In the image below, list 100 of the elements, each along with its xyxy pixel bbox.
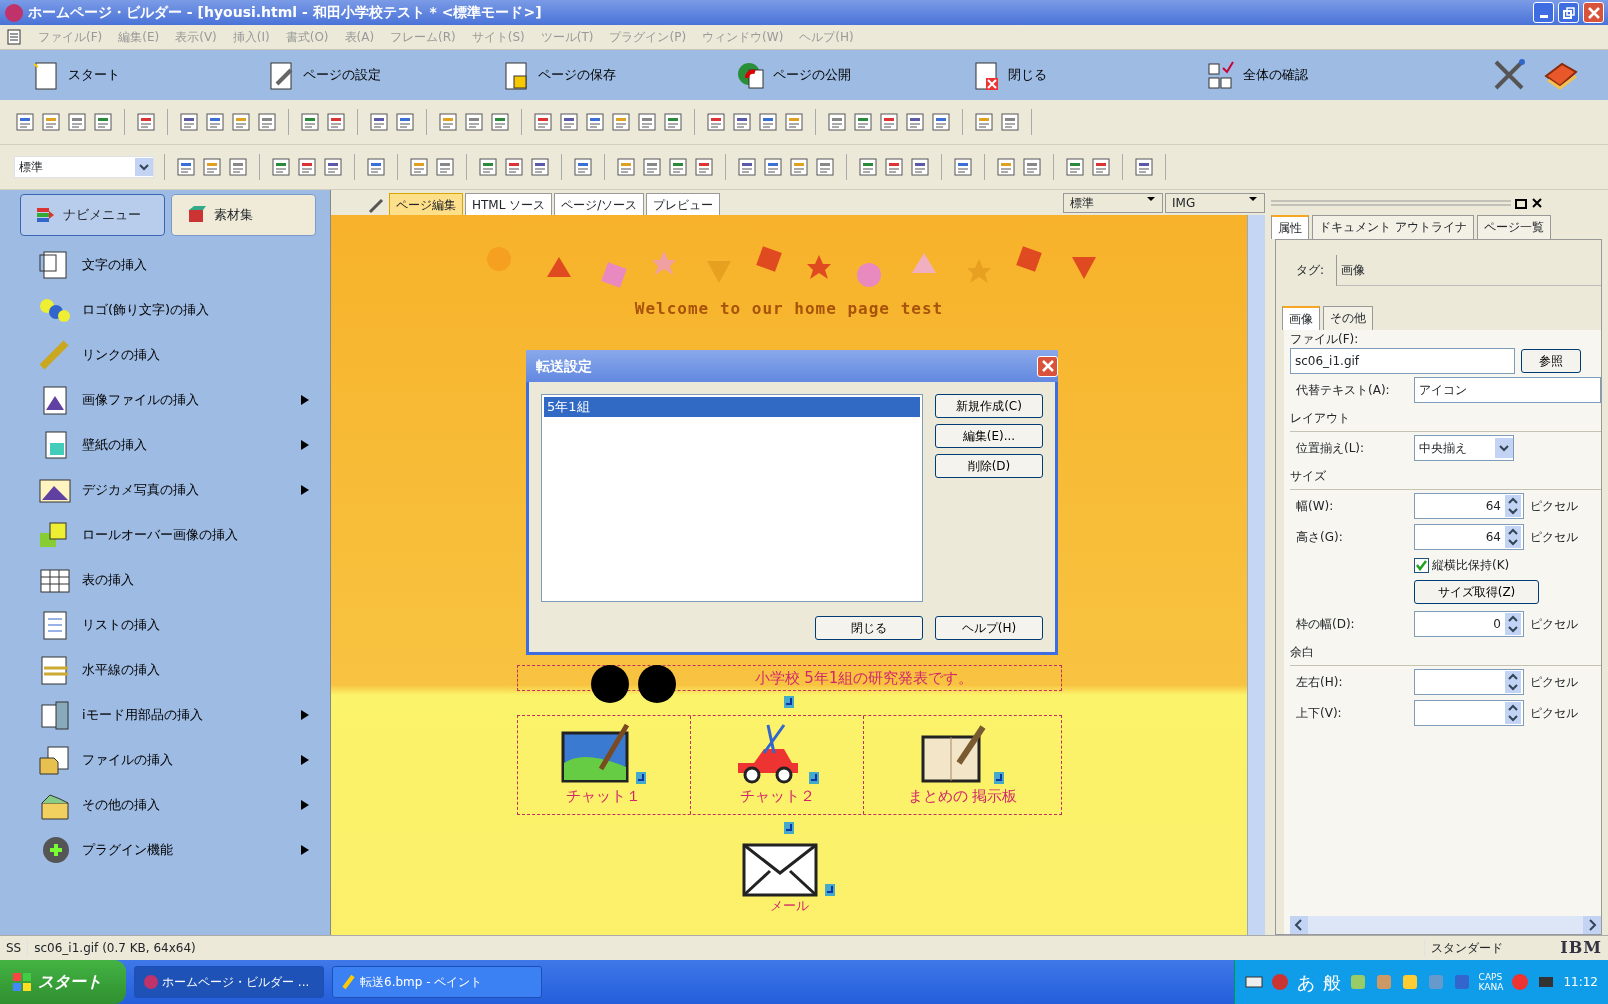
sidebar-item[interactable]: リストの挿入 — [20, 602, 316, 647]
toolbar-icon[interactable] — [503, 156, 525, 178]
checkbox[interactable] — [1414, 557, 1429, 573]
toolbar-button[interactable]: 全体の確認 — [1205, 60, 1440, 90]
toolbar-icon[interactable] — [92, 111, 114, 133]
sidebar-item[interactable]: 水平線の挿入 — [20, 647, 316, 692]
toolbar-icon[interactable] — [437, 111, 459, 133]
get-size-button[interactable]: サイズ取得(Z) — [1414, 580, 1539, 604]
editor-tab[interactable]: HTML ソース — [465, 193, 553, 215]
minimize-button[interactable] — [1533, 2, 1554, 23]
taskbar-button[interactable]: 転送6.bmp - ペイント — [332, 966, 542, 998]
toolbar-icon[interactable] — [135, 111, 157, 133]
sidebar-item[interactable]: ファイルの挿入 — [20, 737, 316, 782]
panel-tab[interactable]: ページ一覧 — [1476, 215, 1551, 239]
mail-label[interactable]: メール — [769, 899, 809, 913]
toolbar-icon[interactable] — [489, 111, 511, 133]
sidebar-item[interactable]: ロールオーバー画像の挿入 — [20, 512, 316, 557]
sidebar-tab[interactable]: ナビメニュー — [20, 194, 165, 236]
toolbar-icon[interactable] — [788, 156, 810, 178]
toolbar-button[interactable]: ページの保存 — [500, 60, 735, 90]
toolbar-icon[interactable] — [826, 111, 848, 133]
toolbar-button[interactable]: 閉じる — [970, 60, 1205, 90]
file-field[interactable]: sc06_i1.gif — [1290, 348, 1515, 374]
toolbar-icon[interactable] — [1133, 156, 1155, 178]
toolbar-icon[interactable] — [662, 111, 684, 133]
toolbar-icon[interactable] — [705, 111, 727, 133]
toolbar-icon[interactable] — [883, 156, 905, 178]
toolbar-icon[interactable] — [365, 156, 387, 178]
panel-tab[interactable]: ドキュメント アウトライナ — [1312, 215, 1474, 239]
toolbar-icon[interactable] — [736, 156, 758, 178]
list-box[interactable]: 5年1組 — [541, 394, 923, 602]
toolbar-button[interactable]: ページの公開 — [735, 60, 970, 90]
alt-text-field[interactable]: アイコン — [1414, 376, 1601, 403]
toolbar-icon[interactable] — [529, 156, 551, 178]
dock-icon[interactable] — [1514, 196, 1528, 209]
toolbar-icon[interactable] — [615, 156, 637, 178]
toolbar-icon[interactable] — [227, 156, 249, 178]
toolbar-icon[interactable] — [256, 111, 278, 133]
dropdown[interactable]: IMG — [1165, 193, 1265, 213]
scroll-right-icon[interactable] — [1583, 916, 1601, 934]
dialog-button[interactable]: ヘルプ(H) — [935, 616, 1043, 640]
toolbar-icon[interactable] — [477, 156, 499, 178]
toolbar-icon[interactable] — [636, 111, 658, 133]
close-button[interactable] — [1583, 2, 1604, 23]
sidebar-item[interactable]: その他の挿入 — [20, 782, 316, 827]
toolbar-icon[interactable] — [584, 111, 606, 133]
toolbar-icon[interactable] — [952, 156, 974, 178]
toolbar-icon[interactable] — [731, 111, 753, 133]
toolbar-icon[interactable] — [408, 156, 430, 178]
dialog-button[interactable]: 削除(D) — [935, 454, 1043, 478]
close-button[interactable] — [1037, 355, 1058, 377]
toolbar-icon[interactable] — [325, 111, 347, 133]
toolbar-button[interactable]: スタート — [30, 60, 265, 90]
align-select[interactable]: 中央揃え — [1414, 434, 1514, 461]
sidebar-item[interactable]: iモード用部品の挿入 — [20, 692, 316, 737]
toolbar-icon[interactable] — [783, 111, 805, 133]
toolbar-icon[interactable] — [175, 156, 197, 178]
toolbar-icon[interactable] — [558, 111, 580, 133]
toolbar-icon[interactable] — [610, 111, 632, 133]
toolbar-icon[interactable] — [40, 111, 62, 133]
restore-button[interactable] — [1558, 2, 1579, 23]
tools-icon[interactable] — [1492, 58, 1526, 92]
toolbar-icon[interactable] — [1021, 156, 1043, 178]
sidebar-item[interactable]: 画像ファイルの挿入 — [20, 377, 316, 422]
toolbar-icon[interactable] — [814, 156, 836, 178]
toolbar-icon[interactable] — [667, 156, 689, 178]
toolbar-icon[interactable] — [572, 156, 594, 178]
sidebar-item[interactable]: 壁紙の挿入 — [20, 422, 316, 467]
sidebar-item[interactable]: リンクの挿入 — [20, 332, 316, 377]
dialog-button[interactable]: 新規作成(C) — [935, 394, 1043, 418]
toolbar-icon[interactable] — [178, 111, 200, 133]
sidebar-item[interactable]: 文字の挿入 — [20, 242, 316, 287]
toolbar-icon[interactable] — [532, 111, 554, 133]
editor-tab[interactable]: ページ編集 — [389, 193, 463, 215]
style-select[interactable]: 標準 — [14, 156, 154, 178]
toolbar-icon[interactable] — [296, 156, 318, 178]
toolbar-icon[interactable] — [641, 156, 663, 178]
dialog-button[interactable]: 閉じる — [815, 616, 923, 640]
toolbar-icon[interactable] — [463, 111, 485, 133]
toolbar-icon[interactable] — [757, 111, 779, 133]
sidebar-tab[interactable]: 素材集 — [171, 194, 316, 236]
panel-tab[interactable]: 画像 — [1282, 306, 1320, 330]
number-spinner[interactable]: 64 — [1414, 523, 1524, 550]
toolbar-icon[interactable] — [930, 111, 952, 133]
link-label[interactable]: まとめの 掲示板 — [907, 784, 1018, 808]
link-label[interactable]: チャット１ — [566, 784, 642, 808]
toolbar-icon[interactable] — [322, 156, 344, 178]
toolbar-icon[interactable] — [270, 156, 292, 178]
sidebar-item[interactable]: プラグイン機能 — [20, 827, 316, 872]
toolbar-icon[interactable] — [973, 111, 995, 133]
toolbar-icon[interactable] — [434, 156, 456, 178]
toolbar-icon[interactable] — [66, 111, 88, 133]
link-label[interactable]: チャット２ — [739, 784, 815, 808]
number-spinner[interactable] — [1414, 668, 1524, 695]
scrollbar[interactable] — [1247, 215, 1265, 935]
toolbar-icon[interactable] — [857, 156, 879, 178]
editor-tab[interactable]: ページ/ソース — [554, 193, 645, 215]
close-icon[interactable] — [1531, 196, 1543, 209]
number-spinner[interactable] — [1414, 699, 1524, 726]
toolbar-icon[interactable] — [394, 111, 416, 133]
